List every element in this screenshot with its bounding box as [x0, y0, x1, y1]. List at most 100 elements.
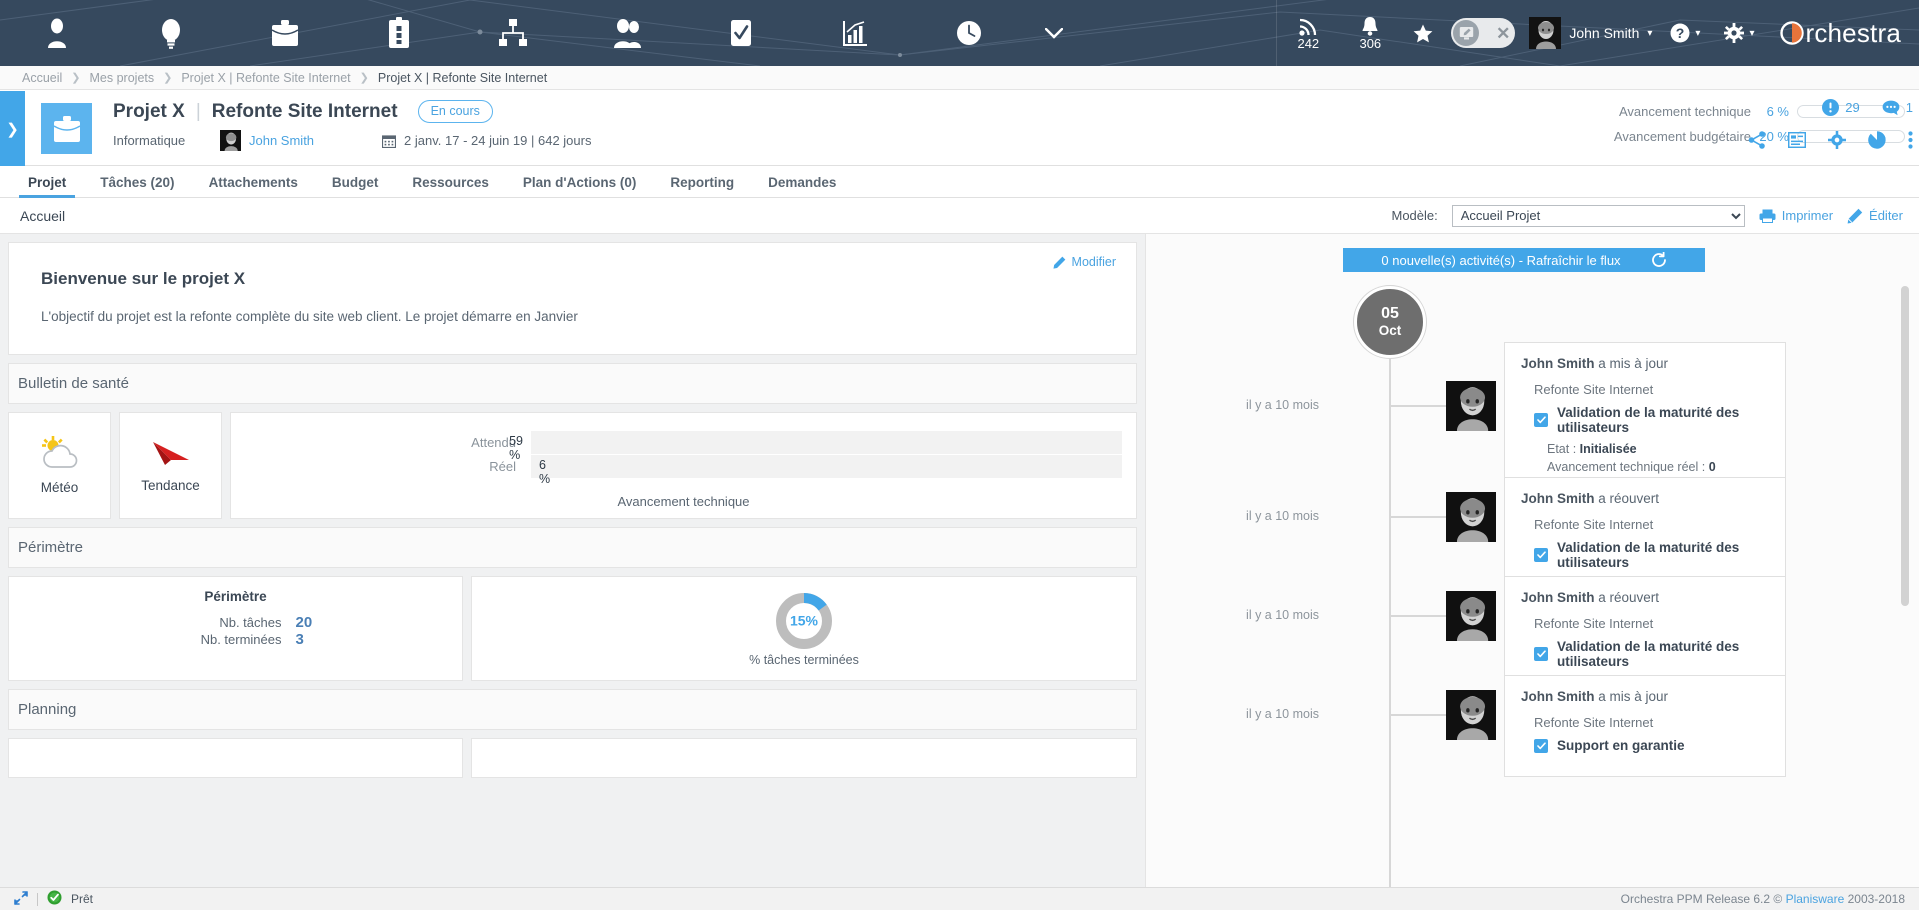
tab-budget[interactable]: Budget [315, 175, 396, 197]
actual-bar-row: Réel 6 % [231, 455, 1136, 486]
subheader-controls: Modèle: Accueil Projet Imprimer Éditer [1391, 204, 1903, 227]
feed-task-detail: Etat : Initialisée [1547, 442, 1637, 456]
project-code: Projet X [113, 100, 185, 122]
avatar [1446, 381, 1496, 431]
breadcrumb-separator: ❯ [359, 72, 369, 84]
feed-task-row: Validation de la maturité des utilisateu… [1534, 639, 1769, 669]
settings-menu[interactable]: ▾ [1712, 23, 1766, 43]
perimeter-key: Nb. terminées [200, 632, 282, 647]
share-icon[interactable] [1748, 131, 1766, 149]
expected-label: Attendu [471, 435, 516, 450]
brand-text: rchestra [1805, 17, 1901, 48]
perimeter-card-title: Périmètre [204, 589, 267, 604]
favorites-star-icon[interactable] [1401, 0, 1445, 66]
nav-clipboard-icon[interactable] [342, 0, 456, 66]
template-select[interactable]: Accueil Projet [1451, 204, 1745, 227]
close-edit-icon[interactable]: ✕ [1496, 25, 1510, 42]
tab-ressources[interactable]: Ressources [395, 175, 506, 197]
trend-down-arrow-icon [152, 442, 189, 465]
report-layout-icon[interactable] [1788, 132, 1806, 148]
tab-plan-d-actions-0[interactable]: Plan d'Actions (0) [506, 175, 653, 197]
feed-actor-name: John Smith [1521, 689, 1595, 704]
feed-project-name: Refonte Site Internet [1534, 616, 1654, 631]
rss-icon [1299, 18, 1316, 36]
planning-section-body [8, 730, 1137, 778]
project-tabs: Projet Tâches (20) Attachements Budget Resso… [0, 166, 1919, 198]
tab-t-ches-20[interactable]: Tâches (20) [83, 175, 191, 197]
activity-feed-panel: 0 nouvelle(s) activité(s) - Rafraîchir l… [1145, 234, 1919, 887]
trend-tile[interactable]: Tendance [119, 412, 222, 519]
nav-clock-icon[interactable] [912, 0, 1026, 66]
comments-counter[interactable]: 1 [1882, 100, 1913, 116]
refresh-feed-label: 0 nouvelle(s) activité(s) - Rafraîchir l… [1381, 252, 1621, 268]
rss-feed-counter[interactable]: 242 [1277, 0, 1339, 66]
tab-attachements[interactable]: Attachements [192, 175, 315, 197]
donut-center-label: 15% [790, 612, 819, 628]
weather-tile[interactable]: Météo [8, 412, 111, 519]
refresh-feed-button[interactable]: 0 nouvelle(s) activité(s) - Rafraîchir l… [1343, 248, 1705, 272]
more-options-icon[interactable] [1908, 131, 1913, 149]
nav-lightbulb-icon[interactable] [114, 0, 228, 66]
feed-activity-card[interactable]: John Smith a mis à jour Refonte Site Inte… [1504, 342, 1786, 491]
planning-right-card [471, 738, 1137, 778]
page-body: Modifier Bienvenue sur le projet X L'obj… [0, 234, 1919, 887]
breadcrumb-item-2[interactable]: Projet X | Refonte Site Internet [181, 71, 350, 85]
tab-projet[interactable]: Projet [11, 175, 83, 198]
feed-task-name: Validation de la maturité des utilisateu… [1557, 405, 1740, 435]
breadcrumb-item-1[interactable]: Mes projets [90, 71, 155, 85]
project-type-briefcase-icon [41, 103, 92, 154]
user-name-label: John Smith [1569, 25, 1640, 41]
feed-activity-card[interactable]: John Smith a mis à jour Refonte Site Inte… [1504, 675, 1786, 777]
technical-progress-label: Avancement technique [1618, 104, 1751, 119]
breadcrumb-item-0[interactable]: Accueil [22, 71, 62, 85]
print-button[interactable]: Imprimer [1759, 208, 1833, 223]
tab-demandes[interactable]: Demandes [751, 175, 853, 197]
pie-chart-icon[interactable] [1868, 131, 1886, 149]
gear-icon[interactable] [1828, 131, 1846, 149]
modify-welcome-button[interactable]: Modifier [1053, 255, 1116, 269]
checkbox-checked-icon [1534, 738, 1548, 753]
subheader-title: Accueil [20, 207, 66, 224]
health-section-body: Météo Tendance Attendu 59 % Réel 6 % Ava… [8, 404, 1137, 519]
alerts-counter[interactable]: 29 [1822, 99, 1860, 116]
edit-mode-toggle[interactable]: ✕ [1451, 18, 1516, 48]
project-category: Informatique [113, 133, 186, 148]
user-menu[interactable]: John Smith ▾ [1521, 17, 1658, 49]
nav-checkbox-icon[interactable] [684, 0, 798, 66]
rss-count: 242 [1297, 35, 1320, 51]
project-dates: 2 janv. 17 - 24 juin 19 | 642 jours [382, 133, 591, 148]
avatar [1529, 17, 1562, 49]
brand-logo[interactable]: rchestra [1766, 18, 1919, 49]
feed-task-row: Validation de la maturité des utilisateu… [1534, 405, 1769, 435]
status-badge[interactable]: En cours [417, 100, 493, 123]
nav-briefcase-icon[interactable] [228, 0, 342, 66]
edit-button[interactable]: Éditer [1847, 208, 1903, 224]
perimeter-value: 3 [295, 631, 304, 648]
page-subheader: Accueil Modèle: Accueil Projet Imprimer … [0, 198, 1919, 234]
template-label: Modèle: [1391, 208, 1438, 223]
nav-people-icon[interactable] [570, 0, 684, 66]
header-counters: 29 1 [1822, 99, 1913, 116]
nav-person-icon[interactable] [0, 0, 114, 66]
nav-orgchart-icon[interactable] [456, 0, 570, 66]
edit-label: Éditer [1869, 208, 1903, 223]
help-icon: ? [1670, 23, 1690, 43]
project-owner-name[interactable]: John Smith [249, 133, 314, 148]
feed-item-timestamp: il y a 10 mois [1246, 707, 1319, 721]
welcome-body: L'objectif du projet est la refonte comp… [41, 309, 578, 324]
avatar [1446, 690, 1496, 740]
tab-reporting[interactable]: Reporting [653, 175, 751, 197]
chevron-down-icon: ▾ [1647, 27, 1653, 39]
nav-chart-icon[interactable] [798, 0, 912, 66]
weather-sun-cloud-icon [41, 436, 77, 468]
notifications-counter[interactable]: 306 [1339, 0, 1401, 66]
planisware-link[interactable]: Planisware [1786, 892, 1845, 906]
nav-more-caret-icon[interactable] [1026, 0, 1082, 66]
feed-item-timestamp: il y a 10 mois [1246, 509, 1319, 523]
checkbox-checked-icon [1534, 548, 1548, 562]
feed-scrollbar-thumb[interactable] [1901, 286, 1909, 606]
sidebar-expand-toggle[interactable]: ❯ [0, 91, 25, 166]
planning-section-title: Planning [8, 689, 1137, 730]
help-menu[interactable]: ? ▾ [1658, 23, 1712, 43]
expand-fullscreen-icon[interactable] [14, 890, 28, 908]
